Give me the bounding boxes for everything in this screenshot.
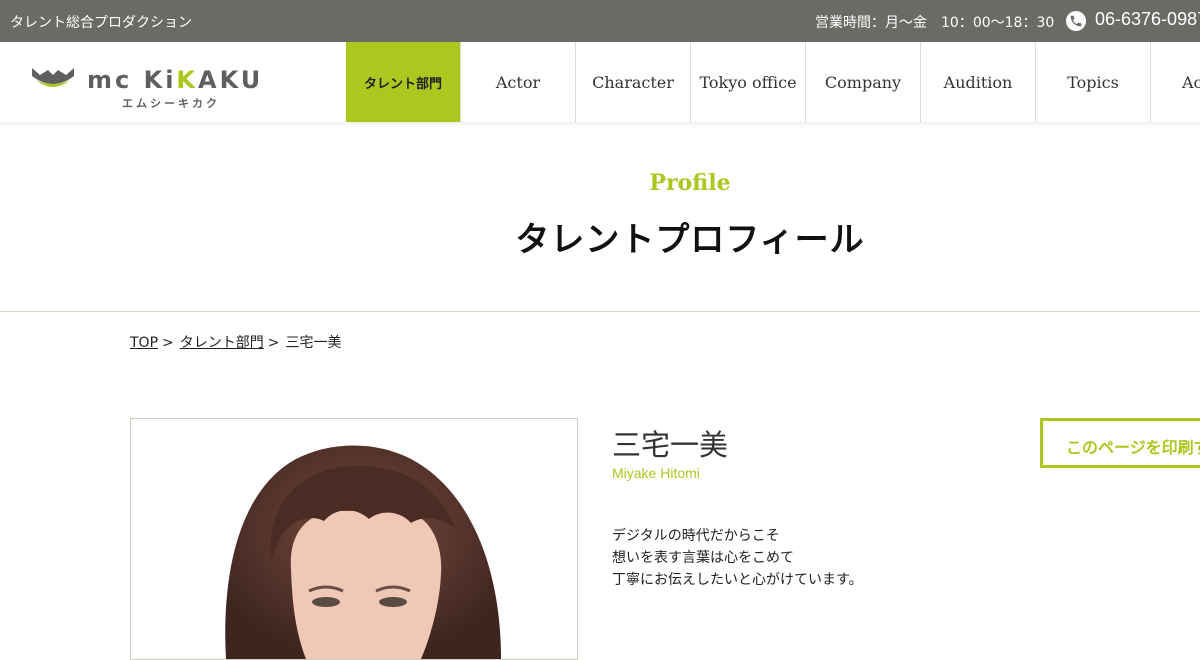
breadcrumb: TOP > タレント部門 > 三宅一美 xyxy=(130,332,341,352)
page-title: タレントプロフィール xyxy=(515,220,865,260)
logo-mark-icon xyxy=(32,68,74,87)
nav-item-talent[interactable]: タレント部門 xyxy=(346,42,460,122)
nav-item-tokyo-office[interactable]: Tokyo office xyxy=(690,42,805,122)
top-bar: タレント総合プロダクション 営業時間：月～金 10：00～18：30 06-63… xyxy=(0,0,1200,42)
profile-bio: デジタルの時代だからこそ 想いを表す言葉は心をこめて 丁寧にお伝えしたいと心がけ… xyxy=(612,525,863,591)
breadcrumb-separator: > xyxy=(267,335,280,351)
breadcrumb-top-link[interactable]: TOP xyxy=(130,335,158,351)
breadcrumb-current: 三宅一美 xyxy=(285,335,342,351)
profile-name: 三宅一美 xyxy=(612,428,729,462)
nav-item-character[interactable]: Character xyxy=(575,42,690,122)
business-hours: 営業時間：月～金 10：00～18：30 xyxy=(815,15,1055,31)
logo-wordmark: mc KiKAKU xyxy=(87,66,264,94)
tagline: タレント総合プロダクション xyxy=(10,15,192,31)
phone-icon xyxy=(1066,11,1086,31)
breadcrumb-separator: > xyxy=(162,335,174,351)
profile-photo xyxy=(130,418,578,660)
nav-item-actor[interactable]: Actor xyxy=(460,42,575,122)
nav-item-audition[interactable]: Audition xyxy=(920,42,1035,122)
portrait-image xyxy=(225,445,501,659)
bio-line: 丁寧にお伝えしたいと心がけています。 xyxy=(612,572,863,588)
logo-kana: エムシーキカク xyxy=(122,97,220,110)
breadcrumb-category-link[interactable]: タレント部門 xyxy=(180,335,264,351)
page-title-section: Profile タレントプロフィール xyxy=(0,122,1200,312)
site-header: mc KiKAKU エムシーキカク タレント部門 Actor Character… xyxy=(0,42,1200,122)
bio-line: 想いを表す言葉は心をこめて xyxy=(612,550,794,566)
print-page-label: このページを印刷する xyxy=(1066,438,1200,457)
page-title-en: Profile xyxy=(649,170,731,196)
phone-number[interactable]: 06-6376-0987 xyxy=(1095,9,1200,30)
bio-line: デジタルの時代だからこそ xyxy=(612,528,780,544)
print-page-button[interactable]: このページを印刷する xyxy=(1040,418,1200,468)
nav-item-access[interactable]: Access xyxy=(1150,42,1200,122)
site-logo[interactable]: mc KiKAKU エムシーキカク xyxy=(30,66,260,110)
profile-name-romaji: Miyake Hitomi xyxy=(612,465,700,481)
nav-item-company[interactable]: Company xyxy=(805,42,920,122)
nav-item-topics[interactable]: Topics xyxy=(1035,42,1150,122)
